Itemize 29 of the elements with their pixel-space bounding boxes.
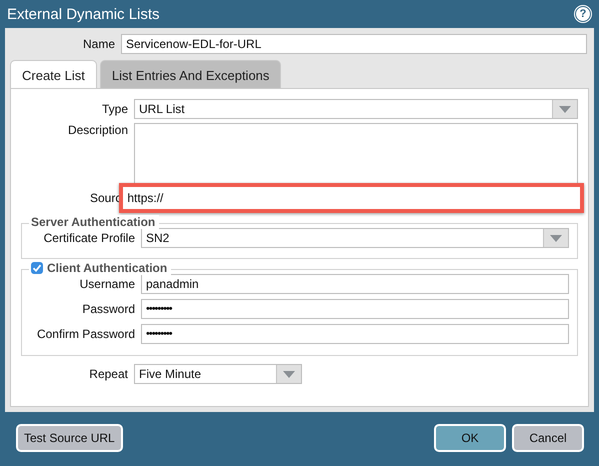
field-label: Repeat	[88, 367, 128, 381]
dialog-button[interactable]: OK	[434, 424, 506, 452]
repeat-dropdown[interactable]: Five Minute	[134, 364, 302, 384]
field-label: Username	[78, 277, 135, 291]
certificate-profile-dropdown[interactable]: SN2	[141, 228, 569, 248]
password-field[interactable]: •••••••••	[141, 299, 569, 319]
help-icon[interactable]: ?	[575, 6, 591, 22]
group-title: Server Authentication	[31, 215, 156, 229]
field-label: Password	[81, 302, 135, 316]
dropdown-arrow-icon	[283, 370, 295, 378]
field-label: Confirm Password	[36, 327, 135, 341]
tab[interactable]: Create List	[10, 60, 97, 88]
source-field[interactable]: https://	[119, 183, 584, 213]
field-label: Description	[66, 123, 128, 137]
group-title: Client Authentication	[47, 261, 168, 275]
name-field[interactable]: Servicenow-EDL-for-URL	[121, 34, 587, 54]
dropdown-arrow-icon	[550, 234, 562, 242]
dropdown-arrow-icon	[559, 106, 571, 112]
type-dropdown[interactable]: URL List	[134, 99, 578, 119]
window-title: External Dynamic Lists	[7, 6, 160, 22]
field-label: Certificate Profile	[42, 231, 135, 245]
field-label: Type	[100, 102, 128, 116]
field-label: Name	[82, 37, 115, 51]
dialog-button[interactable]: Cancel	[512, 424, 584, 452]
password-field[interactable]: •••••••••	[141, 324, 569, 344]
username-field[interactable]: panadmin	[141, 274, 569, 294]
test-source-url-button[interactable]: Test Source URL	[16, 424, 123, 452]
checkbox[interactable]	[31, 262, 43, 274]
tab[interactable]: List Entries And Exceptions	[100, 60, 282, 88]
